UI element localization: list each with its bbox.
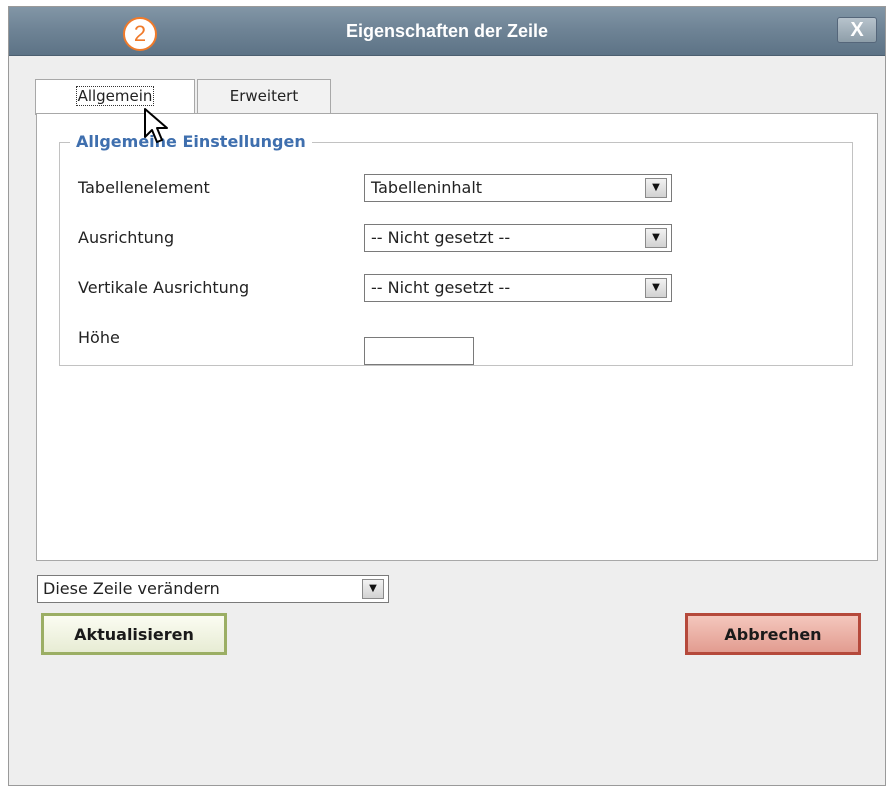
- hoehe-input[interactable]: [364, 337, 474, 365]
- chevron-down-icon[interactable]: ▼: [645, 278, 667, 298]
- tab-label: Allgemein: [75, 86, 155, 106]
- ausrichtung-select[interactable]: -- Nicht gesetzt -- ▼: [364, 224, 672, 252]
- label-vertikale-ausrichtung: Vertikale Ausrichtung: [78, 278, 250, 297]
- dialog-window: Eigenschaften der Zeile 2 X Allgemein Er…: [8, 6, 886, 786]
- chevron-down-icon[interactable]: ▼: [362, 579, 384, 599]
- tabellenelement-select[interactable]: Tabelleninhalt ▼: [364, 174, 672, 202]
- select-value: Diese Zeile verändern: [43, 579, 220, 598]
- label-hoehe: Höhe: [78, 328, 120, 347]
- select-value: -- Nicht gesetzt --: [371, 278, 511, 297]
- row-action-select[interactable]: Diese Zeile verändern ▼: [37, 575, 389, 603]
- close-icon: X: [850, 19, 864, 41]
- fieldset-legend: Allgemeine Einstellungen: [70, 130, 312, 154]
- tab-panel: Allgemeine Einstellungen Tabellenelement…: [36, 113, 878, 561]
- label-ausrichtung: Ausrichtung: [78, 228, 175, 247]
- cancel-button[interactable]: Abbrechen: [685, 613, 861, 655]
- mouse-cursor-icon: [144, 108, 168, 143]
- tab-erweitert[interactable]: Erweitert: [197, 79, 331, 113]
- chevron-down-icon[interactable]: ▼: [645, 228, 667, 248]
- tab-label: Erweitert: [229, 87, 299, 105]
- label-tabellenelement: Tabellenelement: [78, 178, 210, 197]
- general-settings-fieldset: Allgemeine Einstellungen Tabellenelement…: [59, 130, 853, 366]
- close-button[interactable]: X: [837, 17, 877, 43]
- select-value: -- Nicht gesetzt --: [371, 228, 511, 247]
- chevron-down-icon[interactable]: ▼: [645, 178, 667, 198]
- select-value: Tabelleninhalt: [371, 178, 483, 197]
- step-number-badge: 2: [123, 17, 157, 51]
- update-button[interactable]: Aktualisieren: [41, 613, 227, 655]
- vertikale-ausrichtung-select[interactable]: -- Nicht gesetzt -- ▼: [364, 274, 672, 302]
- title-bar[interactable]: Eigenschaften der Zeile 2 X: [9, 7, 885, 56]
